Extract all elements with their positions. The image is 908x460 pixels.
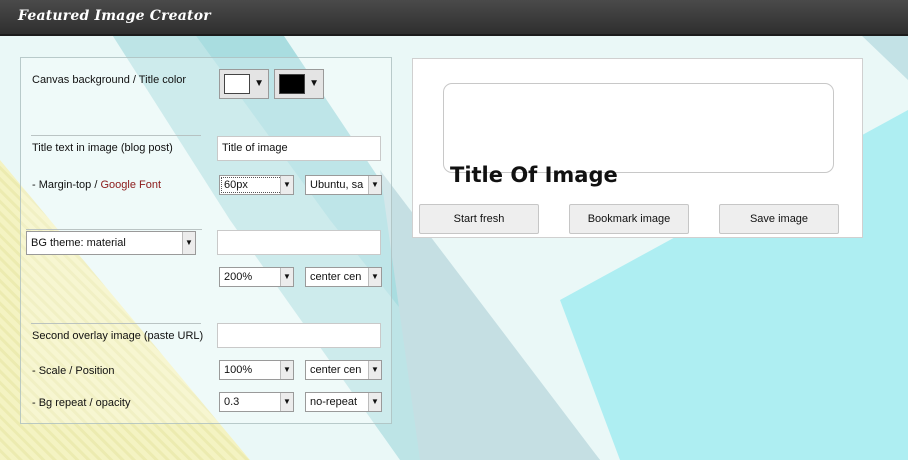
save-image-button[interactable]: Save image [719,204,839,234]
overlay-url-label: Second overlay image (paste URL) [32,330,204,342]
title-text-label: Title text in image (blog post) [32,142,173,154]
opacity-select[interactable]: 0.3 ▼ [219,392,294,412]
bg-position-value: center cen [310,271,362,283]
title-text-input[interactable]: Title of image [217,136,381,161]
overlay-scale-select[interactable]: 100% ▼ [219,360,294,380]
bg-image-url-input[interactable] [217,230,381,255]
overlay-position-value: center cen [310,364,362,376]
settings-panel: Canvas background / Title color ▼ ▼ Titl… [20,57,392,424]
font-family-value: Ubuntu, sa [310,179,364,191]
preview-panel: Title Of Image Start fresh Bookmark imag… [412,58,863,238]
margin-top-select[interactable]: 60px ▼ [219,175,294,195]
chevron-down-icon: ▼ [368,268,381,286]
image-canvas [443,83,834,173]
canvas-title-text: Title Of Image [450,163,618,187]
scale-position-label: - Scale / Position [32,365,115,377]
divider [31,323,201,324]
bg-scale-select[interactable]: 200% ▼ [219,267,294,287]
canvas-colors-label: Canvas background / Title color [32,74,187,86]
bg-repeat-select[interactable]: no-repeat ▼ [305,392,382,412]
margin-font-label: - Margin-top / Google Font [32,179,161,191]
overlay-url-input[interactable] [217,323,381,348]
overlay-position-select[interactable]: center cen ▼ [305,360,382,380]
canvas-bg-color-picker[interactable]: ▼ [219,69,269,99]
app-title: Featured Image Creator [18,8,211,24]
title-color-swatch [279,74,305,94]
chevron-down-icon: ▼ [309,78,319,89]
google-font-link[interactable]: Google Font [100,179,161,191]
repeat-opacity-label: - Bg repeat / opacity [32,397,131,409]
chevron-down-icon: ▼ [368,361,381,379]
chevron-down-icon: ▼ [254,78,264,89]
overlay-scale-value: 100% [224,364,253,376]
canvas-bg-swatch [224,74,250,94]
bg-scale-value: 200% [224,271,253,283]
divider [31,135,201,136]
margin-top-label: - Margin-top / [32,179,101,191]
bg-repeat-value: no-repeat [310,396,358,408]
chevron-down-icon: ▼ [280,393,293,411]
chevron-down-icon: ▼ [368,393,381,411]
chevron-down-icon: ▼ [182,232,195,254]
opacity-value: 0.3 [224,396,240,408]
app-header: Featured Image Creator [0,0,908,36]
divider [26,229,202,230]
bg-theme-select[interactable]: BG theme: material ▼ [26,231,196,255]
title-color-picker[interactable]: ▼ [274,69,324,99]
bookmark-image-button[interactable]: Bookmark image [569,204,689,234]
chevron-down-icon: ▼ [280,361,293,379]
font-family-select[interactable]: Ubuntu, sa ▼ [305,175,382,195]
bg-position-select[interactable]: center cen ▼ [305,267,382,287]
chevron-down-icon: ▼ [368,176,381,194]
chevron-down-icon: ▼ [280,176,293,194]
start-fresh-button[interactable]: Start fresh [419,204,539,234]
chevron-down-icon: ▼ [280,268,293,286]
margin-top-value: 60px [224,179,248,191]
bg-theme-value: BG theme: material [31,237,126,249]
